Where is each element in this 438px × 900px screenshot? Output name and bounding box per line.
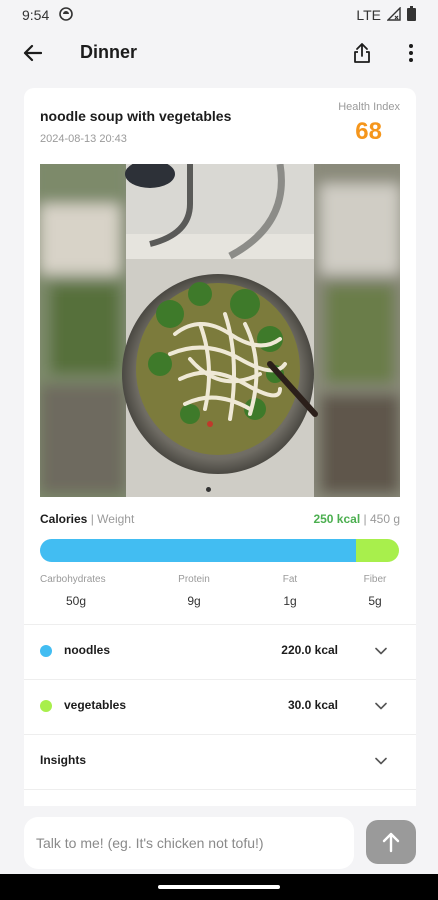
home-handle[interactable] — [158, 885, 280, 889]
insights-row[interactable]: Insights — [24, 734, 416, 788]
signal-icon — [386, 5, 401, 24]
share-button[interactable] — [348, 38, 376, 68]
arrow-left-icon — [23, 44, 42, 62]
food-item-name: noodles — [64, 643, 111, 657]
divider — [24, 789, 416, 790]
bar-segment-vegetables — [355, 539, 399, 562]
food-item-name: vegetables — [64, 698, 127, 712]
meal-card: noodle soup with vegetables 2024-08-13 2… — [24, 88, 416, 806]
macro-label: Fiber — [363, 574, 387, 585]
bar-segment-noodles — [40, 539, 356, 562]
separator: | — [90, 512, 94, 526]
notification-icon — [59, 6, 74, 24]
macro-fiber: Fiber 5g — [350, 574, 400, 608]
calories-value: 250 kcal — [313, 512, 361, 526]
food-item-row[interactable]: noodles 220.0 kcal — [24, 624, 416, 678]
color-dot — [40, 700, 52, 712]
arrow-up-icon — [382, 832, 400, 853]
calories-label: Calories — [40, 512, 88, 526]
food-item-kcal: 220.0 kcal — [281, 643, 338, 657]
page-title: Dinner — [80, 42, 138, 62]
macro-label: Fat — [282, 574, 298, 585]
meal-photo[interactable] — [40, 164, 400, 497]
macro-protein: Protein 9g — [164, 574, 224, 608]
separator: | — [363, 512, 367, 526]
calorie-breakdown-bar — [40, 539, 399, 562]
macro-fat: Fat 1g — [260, 574, 320, 608]
weight-label: Weight — [97, 512, 135, 526]
health-index-value: 68 — [355, 118, 382, 145]
meal-name: noodle soup with vegetables — [40, 108, 232, 124]
calories-weight-value: 250 kcal | 450 g — [313, 512, 400, 526]
food-item-kcal: 30.0 kcal — [287, 698, 338, 712]
macro-value: 50g — [66, 594, 87, 608]
status-bar: 9:54 LTE — [0, 0, 438, 30]
weight-value: 450 g — [369, 512, 400, 526]
food-item-row[interactable]: vegetables 30.0 kcal — [24, 679, 416, 733]
status-time: 9:54 — [22, 7, 50, 23]
chevron-down-icon[interactable] — [374, 644, 388, 658]
more-vertical-icon — [409, 44, 413, 62]
chevron-down-icon[interactable] — [374, 754, 388, 768]
macro-value: 5g — [368, 594, 382, 608]
chevron-down-icon[interactable] — [374, 699, 388, 713]
macro-label: Protein — [178, 574, 210, 585]
battery-icon — [407, 6, 416, 24]
send-button[interactable] — [366, 820, 416, 864]
macro-label: Carbohydrates — [40, 574, 106, 585]
back-button[interactable] — [18, 39, 46, 67]
chat-input[interactable] — [24, 817, 354, 869]
macro-value: 1g — [283, 594, 297, 608]
carousel-indicator — [206, 487, 211, 492]
color-dot — [40, 645, 52, 657]
macro-carbohydrates: Carbohydrates 50g — [40, 574, 116, 608]
meal-datetime: 2024-08-13 20:43 — [40, 133, 127, 145]
insights-label: Insights — [40, 753, 87, 767]
more-options-button[interactable] — [400, 38, 422, 68]
share-icon — [354, 43, 370, 63]
app-bar: Dinner — [0, 30, 438, 76]
macro-value: 9g — [187, 594, 201, 608]
health-index-label: Health Index — [338, 101, 400, 113]
network-label: LTE — [356, 7, 381, 23]
calories-weight-label: Calories | Weight — [40, 512, 134, 526]
